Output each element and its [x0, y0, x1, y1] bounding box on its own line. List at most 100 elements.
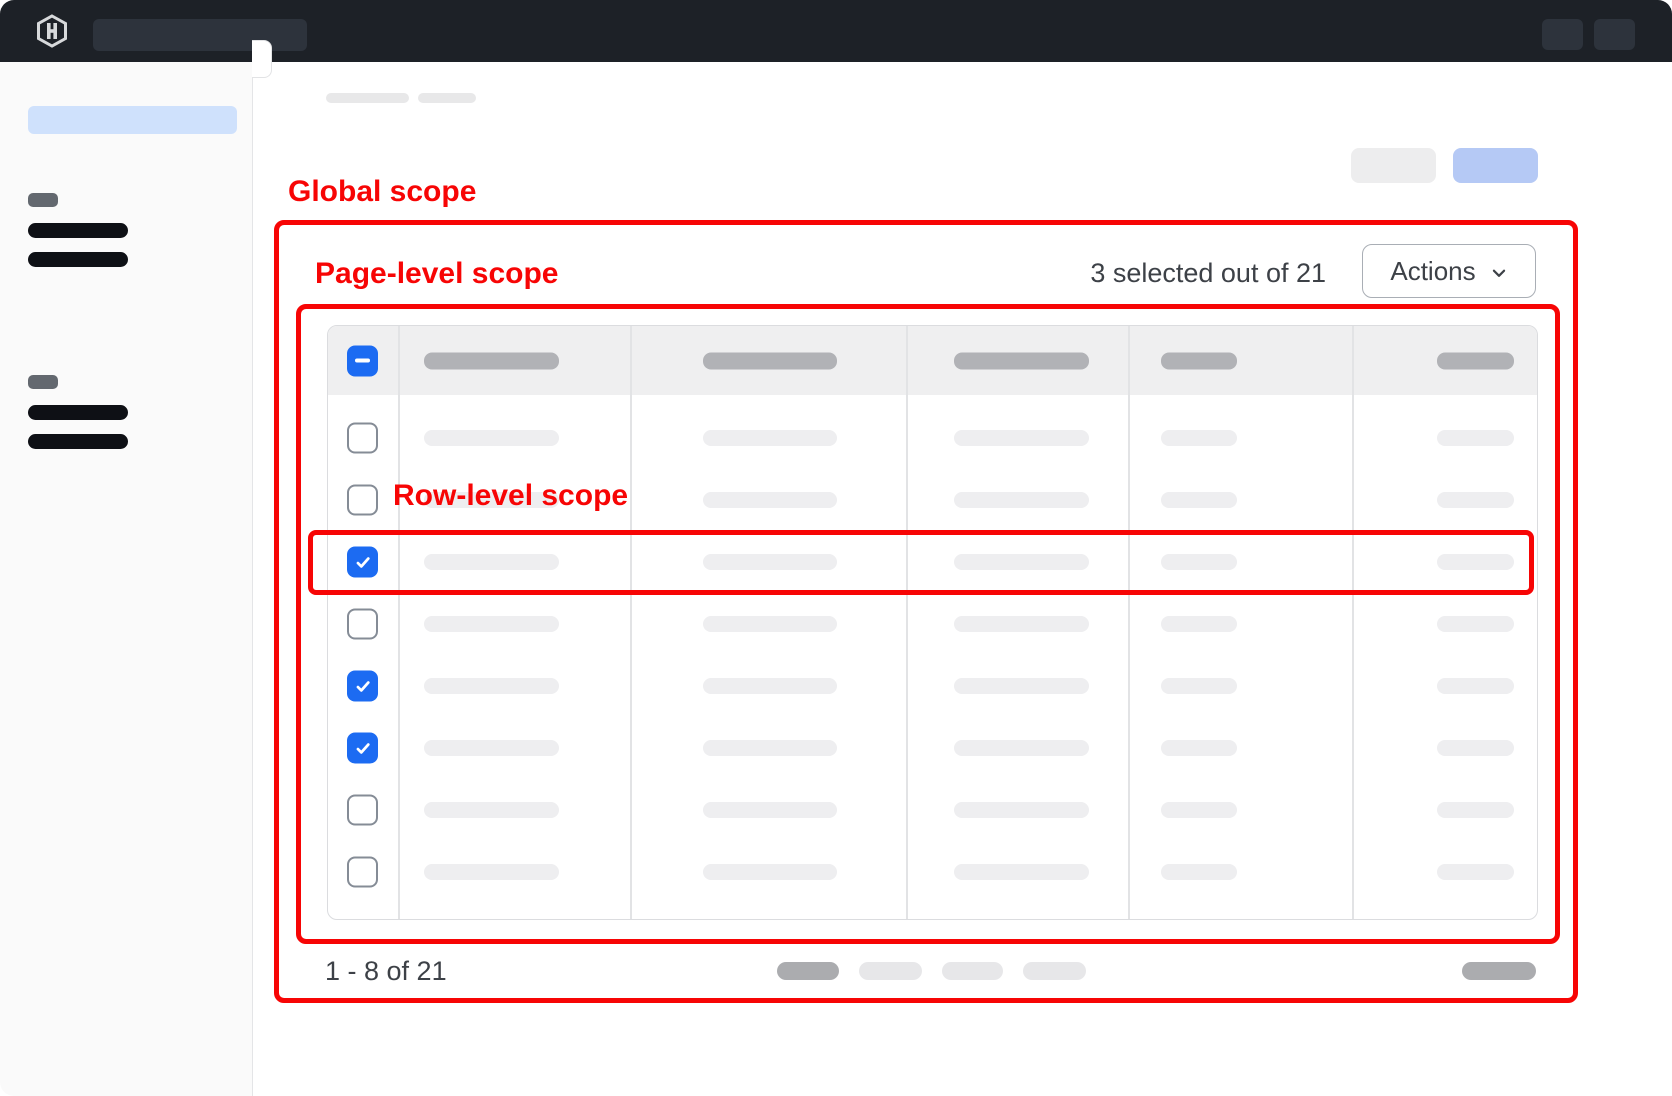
sidebar — [0, 62, 253, 1096]
sidebar-item-placeholder[interactable] — [28, 223, 128, 238]
primary-button-placeholder[interactable] — [1453, 148, 1538, 183]
topbar-action-placeholder-1[interactable] — [1542, 19, 1583, 50]
breadcrumb-placeholder[interactable] — [326, 93, 409, 103]
table-row — [328, 655, 1537, 717]
pagination-page-size-placeholder[interactable] — [1462, 962, 1536, 980]
cell-placeholder — [703, 802, 837, 818]
cell-placeholder — [703, 430, 837, 446]
cell-placeholder — [1161, 802, 1237, 818]
cell-placeholder — [703, 554, 837, 570]
select-all-checkbox[interactable] — [347, 345, 378, 376]
row-checkbox[interactable] — [347, 671, 378, 702]
actions-button[interactable]: Actions — [1362, 244, 1536, 298]
cell-placeholder — [954, 864, 1089, 880]
cell-placeholder — [954, 802, 1089, 818]
pagination-range-text: 1 - 8 of 21 — [325, 956, 447, 987]
pagination-page-placeholder[interactable] — [859, 962, 922, 980]
cell-placeholder — [424, 740, 559, 756]
column-divider — [1352, 326, 1354, 919]
page-scope-label: Page-level scope — [315, 259, 558, 289]
cell-placeholder — [954, 740, 1089, 756]
column-divider — [398, 326, 400, 919]
cell-placeholder — [424, 616, 559, 632]
table-row — [328, 841, 1537, 903]
cell-placeholder — [424, 554, 559, 570]
checkmark-icon — [354, 677, 372, 695]
sidebar-active-item-placeholder[interactable] — [28, 106, 237, 134]
cell-placeholder — [1161, 554, 1237, 570]
sidebar-item-placeholder[interactable] — [28, 434, 128, 449]
cell-placeholder — [424, 678, 559, 694]
cell-placeholder — [703, 864, 837, 880]
column-divider — [906, 326, 908, 919]
cell-placeholder — [954, 430, 1089, 446]
actions-button-label: Actions — [1390, 256, 1475, 287]
table-row — [328, 593, 1537, 655]
pagination-page-placeholder[interactable] — [777, 962, 839, 980]
row-checkbox[interactable] — [347, 547, 378, 578]
cell-placeholder — [703, 678, 837, 694]
cell-placeholder — [703, 740, 837, 756]
cell-placeholder — [954, 554, 1089, 570]
cell-placeholder — [1437, 492, 1514, 508]
cell-placeholder — [1437, 802, 1514, 818]
table-row — [328, 779, 1537, 841]
chevron-down-icon — [1490, 264, 1508, 282]
row-checkbox[interactable] — [347, 609, 378, 640]
cell-placeholder — [424, 864, 559, 880]
table-row — [328, 407, 1537, 469]
cell-placeholder — [703, 616, 837, 632]
data-table — [327, 325, 1538, 920]
sidebar-collapse-handle[interactable] — [252, 40, 272, 78]
cell-placeholder — [1437, 554, 1514, 570]
global-scope-label: Global scope — [288, 177, 476, 207]
indeterminate-dash-icon — [355, 359, 370, 363]
cell-placeholder — [1161, 492, 1237, 508]
cell-placeholder — [1437, 616, 1514, 632]
row-checkbox[interactable] — [347, 733, 378, 764]
cell-placeholder — [1161, 864, 1237, 880]
app-frame: 3 selected out of 21 Actions 1 - 8 of 21 — [0, 0, 1672, 1096]
topbar-search-placeholder[interactable] — [93, 19, 307, 51]
secondary-button-placeholder[interactable] — [1351, 148, 1436, 183]
column-header-placeholder — [1161, 352, 1237, 369]
sidebar-item-placeholder[interactable] — [28, 252, 128, 267]
table-header-row — [328, 326, 1537, 395]
column-header-placeholder — [424, 352, 559, 369]
cell-placeholder — [1161, 616, 1237, 632]
top-navigation-bar — [0, 0, 1672, 62]
pagination-page-placeholder[interactable] — [942, 962, 1003, 980]
row-checkbox[interactable] — [347, 423, 378, 454]
column-divider — [1128, 326, 1130, 919]
breadcrumb-placeholder[interactable] — [418, 93, 476, 103]
row-checkbox[interactable] — [347, 857, 378, 888]
column-header-placeholder — [703, 352, 837, 369]
topbar-action-placeholder-2[interactable] — [1594, 19, 1635, 50]
sidebar-item-placeholder[interactable] — [28, 405, 128, 420]
cell-placeholder — [703, 492, 837, 508]
table-row — [328, 717, 1537, 779]
row-checkbox[interactable] — [347, 795, 378, 826]
checkmark-icon — [354, 553, 372, 571]
sidebar-group-label-placeholder — [28, 193, 58, 207]
cell-placeholder — [1437, 678, 1514, 694]
cell-placeholder — [424, 802, 559, 818]
cell-placeholder — [1161, 678, 1237, 694]
pagination-page-placeholder[interactable] — [1023, 962, 1086, 980]
checkmark-icon — [354, 739, 372, 757]
column-header-placeholder — [954, 352, 1089, 369]
column-divider — [630, 326, 632, 919]
row-checkbox[interactable] — [347, 485, 378, 516]
table-row — [328, 531, 1537, 593]
cell-placeholder — [1437, 740, 1514, 756]
row-scope-label: Row-level scope — [393, 481, 628, 511]
hashicorp-logo-icon — [36, 14, 68, 48]
cell-placeholder — [1437, 430, 1514, 446]
cell-placeholder — [1161, 430, 1237, 446]
cell-placeholder — [1161, 740, 1237, 756]
column-header-placeholder — [1437, 352, 1514, 369]
selection-summary: 3 selected out of 21 — [1020, 258, 1326, 289]
cell-placeholder — [954, 492, 1089, 508]
cell-placeholder — [954, 616, 1089, 632]
cell-placeholder — [1437, 864, 1514, 880]
